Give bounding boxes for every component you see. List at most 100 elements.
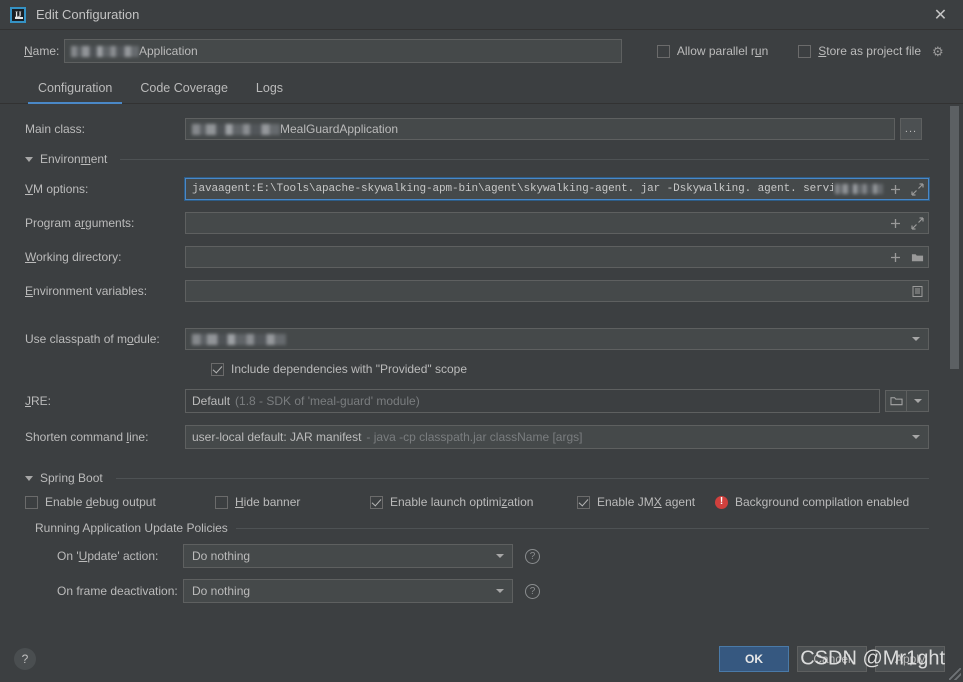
- ok-button[interactable]: OK: [719, 646, 789, 672]
- shorten-command-line-row: Shorten command line: user-local default…: [25, 425, 929, 449]
- shorten-command-line-label: Shorten command line:: [25, 430, 149, 444]
- enable-debug-output-checkbox[interactable]: Enable debug output: [25, 495, 215, 509]
- name-label: Name:: [24, 44, 60, 58]
- vm-options-label: VM options:: [25, 182, 89, 196]
- folder-icon[interactable]: [911, 251, 924, 264]
- working-directory-icons: [883, 251, 924, 264]
- list-icon[interactable]: [911, 285, 924, 298]
- use-classpath-of-module-label: Use classpath of module:: [25, 332, 160, 346]
- plus-icon[interactable]: [889, 217, 902, 230]
- enable-jmx-agent-label: Enable JMX agent: [597, 495, 696, 509]
- gear-icon[interactable]: ⚙: [932, 45, 945, 58]
- tab-logs[interactable]: Logs: [242, 81, 297, 103]
- checkbox-box: [25, 495, 38, 509]
- section-divider: [115, 477, 929, 479]
- shorten-command-line-combo[interactable]: user-local default: JAR manifest - java …: [185, 425, 929, 449]
- folder-icon[interactable]: [885, 390, 907, 412]
- working-directory-label: Working directory:: [25, 250, 122, 264]
- program-arguments-icons: [883, 216, 924, 230]
- on-update-action-combo[interactable]: Do nothing: [183, 544, 513, 568]
- main-class-label: Main class:: [25, 122, 86, 136]
- redacted-service-name: [835, 184, 883, 194]
- section-divider: [120, 158, 929, 160]
- program-arguments-row: Program arguments:: [25, 212, 929, 234]
- on-frame-deactivation-value: Do nothing: [192, 584, 251, 598]
- update-policies-title-row: Running Application Update Policies: [25, 521, 929, 535]
- environment-section-title: Environment: [40, 152, 108, 166]
- background-compilation-warning[interactable]: ! Background compilation enabled: [715, 495, 909, 509]
- working-directory-input[interactable]: [185, 246, 929, 268]
- spring-boot-checkbox-row: Enable debug output Hide banner Enable l…: [25, 495, 929, 509]
- browse-main-class-button[interactable]: ...: [900, 118, 922, 140]
- checkbox-box: [577, 495, 590, 509]
- chevron-down-icon[interactable]: [908, 337, 924, 341]
- chevron-down-icon[interactable]: [907, 390, 929, 412]
- background-compilation-warning-label: Background compilation enabled: [735, 495, 910, 509]
- main-class-input[interactable]: MealGuardApplication: [185, 118, 895, 140]
- chevron-down-icon[interactable]: [25, 156, 33, 162]
- vertical-scrollbar[interactable]: [950, 104, 959, 636]
- checkbox-box: [370, 495, 383, 509]
- use-classpath-of-module-combo[interactable]: [185, 328, 929, 350]
- shorten-command-line-hint: - java -cp classpath.jar className [args…: [366, 430, 583, 444]
- environment-variables-input[interactable]: [185, 280, 929, 302]
- on-frame-deactivation-combo[interactable]: Do nothing: [183, 579, 513, 603]
- enable-launch-optimization-checkbox[interactable]: Enable launch optimization: [370, 495, 577, 509]
- jre-combo[interactable]: Default (1.8 - SDK of 'meal-guard' modul…: [185, 389, 880, 413]
- on-update-action-row: On 'Update' action: Do nothing ?: [25, 544, 929, 568]
- chevron-down-icon[interactable]: [492, 554, 508, 558]
- expand-icon[interactable]: [911, 216, 924, 230]
- tab-code-coverage[interactable]: Code Coverage: [126, 81, 242, 103]
- store-as-project-file-checkbox[interactable]: Store as project file ⚙: [798, 44, 945, 58]
- resize-grip[interactable]: [949, 668, 961, 680]
- on-frame-deactivation-row: On frame deactivation: Do nothing ?: [25, 579, 929, 603]
- scrollbar-thumb[interactable]: [950, 106, 959, 369]
- close-icon[interactable]: ✕: [918, 0, 963, 30]
- cancel-button[interactable]: Cancel: [797, 646, 867, 672]
- jre-buttons: [885, 390, 929, 412]
- settings-content: Main class: MealGuardApplication ... Env…: [1, 104, 963, 636]
- shorten-command-line-value: user-local default: JAR manifest: [192, 430, 362, 444]
- on-update-action-label: On 'Update' action:: [57, 549, 159, 563]
- spring-boot-section-title: Spring Boot: [40, 471, 103, 485]
- title-bar: IJ Edit Configuration ✕: [0, 0, 963, 30]
- top-checkbox-group: Allow parallel run Store as project file…: [656, 44, 945, 58]
- chevron-down-icon[interactable]: [908, 435, 924, 439]
- environment-variables-label: Environment variables:: [25, 284, 148, 298]
- expand-icon[interactable]: [911, 182, 924, 196]
- main-class-value: MealGuardApplication: [280, 122, 399, 136]
- name-input[interactable]: Application: [64, 39, 622, 63]
- chevron-down-icon[interactable]: [492, 589, 508, 593]
- plus-icon[interactable]: [889, 183, 902, 196]
- jre-label: JRE:: [25, 394, 52, 408]
- program-arguments-input[interactable]: [185, 212, 929, 234]
- help-icon[interactable]: ?: [525, 583, 540, 599]
- enable-jmx-agent-checkbox[interactable]: Enable JMX agent: [577, 495, 715, 509]
- on-update-action-value: Do nothing: [192, 549, 251, 563]
- hide-banner-checkbox[interactable]: Hide banner: [215, 495, 370, 509]
- edit-configuration-dialog: IJ Edit Configuration ✕ Name: Applicatio…: [0, 0, 963, 682]
- help-icon[interactable]: ?: [525, 548, 540, 564]
- on-frame-deactivation-label: On frame deactivation:: [57, 584, 178, 598]
- vm-options-row: VM options: javaagent:E:\Tools\apache-sk…: [25, 177, 930, 201]
- environment-variables-icons: [905, 285, 924, 298]
- checkbox-box: [798, 44, 812, 58]
- redacted-package-prefix: [192, 123, 280, 135]
- tab-bar: Configuration Code Coverage Logs: [0, 72, 963, 104]
- update-policies-group: Running Application Update Policies On '…: [25, 521, 929, 603]
- tab-configuration[interactable]: Configuration: [24, 81, 126, 104]
- plus-icon[interactable]: [889, 251, 902, 264]
- hide-banner-label: Hide banner: [235, 495, 301, 509]
- vm-options-icons: [883, 182, 924, 196]
- include-provided-scope-checkbox[interactable]: Include dependencies with "Provided" sco…: [211, 362, 929, 376]
- environment-section-header[interactable]: Environment: [25, 152, 929, 166]
- vm-options-value: javaagent:E:\Tools\apache-skywalking-apm…: [192, 183, 834, 195]
- chevron-down-icon[interactable]: [25, 475, 33, 481]
- program-arguments-label: Program arguments:: [25, 216, 135, 230]
- vm-options-input[interactable]: javaagent:E:\Tools\apache-skywalking-apm…: [184, 177, 930, 201]
- working-directory-row: Working directory:: [25, 246, 929, 268]
- apply-button[interactable]: Apply: [875, 646, 945, 672]
- allow-parallel-run-checkbox[interactable]: Allow parallel run: [656, 44, 768, 58]
- help-button[interactable]: ?: [14, 648, 36, 670]
- spring-boot-section-header[interactable]: Spring Boot: [25, 471, 929, 485]
